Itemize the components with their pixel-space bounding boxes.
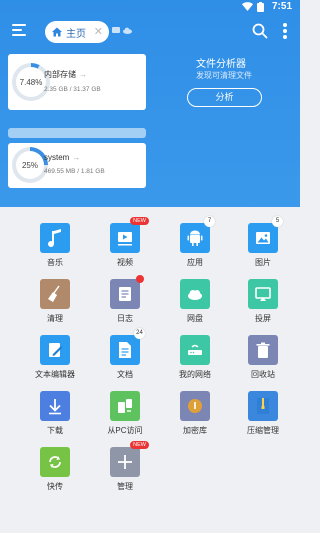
cloud-icon <box>180 279 210 309</box>
android-icon: 7 <box>180 216 215 253</box>
pc-access-icon <box>110 391 140 421</box>
chevron-right-icon: → <box>72 153 81 162</box>
notification-dot <box>136 275 144 283</box>
header: 7:51 主页 ✕ 7.48% 内部存储 → 2.35 GB / 31.37 G… <box>0 0 300 207</box>
tab-extras <box>112 27 132 34</box>
status-time: 7:51 <box>271 1 292 12</box>
cast-icon <box>248 279 278 309</box>
music-icon <box>40 223 70 253</box>
analyzer-title: 文件分析器 <box>196 59 246 70</box>
app-label: 管理 <box>117 482 133 491</box>
new-badge: NEW <box>130 441 149 449</box>
app-grid: 音乐 NEW 视频 7 应用 5 图片 清理 日志 网盘 投屏 文本编辑器 24 文档 我的网络 回收站 下载从… <box>0 207 300 533</box>
add-icon: NEW <box>110 441 149 477</box>
app-label: 加密库 <box>183 426 207 435</box>
system-storage-card[interactable]: 25% system → 469.55 MB / 1.81 GB <box>8 143 146 188</box>
video-icon: NEW <box>110 217 149 253</box>
download-icon <box>40 391 70 421</box>
count-badge: 24 <box>134 328 145 339</box>
battery-icon <box>257 2 264 12</box>
system-usage-text: 469.55 MB / 1.81 GB <box>44 168 105 175</box>
status-bar: 7:51 <box>0 0 300 14</box>
tab-home[interactable]: 主页 ✕ <box>45 21 109 43</box>
system-percent: 25% <box>21 160 38 170</box>
wifi-icon <box>242 2 253 11</box>
lock-vault-icon <box>180 391 210 421</box>
card-stack-shadow <box>8 128 146 138</box>
toolbar: 主页 ✕ <box>0 18 300 48</box>
more-vert-icon[interactable] <box>282 23 288 41</box>
app-transfer[interactable]: 快传 <box>18 435 88 505</box>
app-add[interactable]: NEW 管理 <box>88 435 158 505</box>
analyze-button[interactable]: 分析 <box>187 88 262 107</box>
cloud-small-icon <box>123 27 132 34</box>
text-editor-icon <box>40 335 70 365</box>
internal-storage-card[interactable]: 7.48% 内部存储 → 2.35 GB / 31.37 GB <box>8 54 146 110</box>
app-label: 快传 <box>47 482 63 491</box>
menu-icon[interactable] <box>12 24 26 38</box>
chat-icon <box>112 27 120 33</box>
analyzer-subtitle: 发现可清理文件 <box>196 71 252 80</box>
zip-icon <box>248 391 278 421</box>
app-lock-vault[interactable]: 加密库 <box>158 379 228 449</box>
chevron-right-icon: → <box>79 70 87 79</box>
trash-icon <box>248 335 278 365</box>
log-icon <box>110 275 144 309</box>
home-icon <box>52 27 62 37</box>
count-badge: 7 <box>204 216 215 227</box>
image-icon: 5 <box>248 216 283 253</box>
new-badge: NEW <box>130 217 149 225</box>
document-icon: 24 <box>110 328 145 365</box>
app-zip[interactable]: 压缩管理 <box>226 379 296 449</box>
transfer-icon <box>40 447 70 477</box>
count-badge: 5 <box>272 216 283 227</box>
internal-usage-text: 2.35 GB / 31.37 GB <box>44 86 101 93</box>
system-storage-name: system <box>44 153 70 162</box>
internal-storage-name: 内部存储 <box>44 70 76 79</box>
internal-percent: 7.48% <box>19 77 43 87</box>
search-icon[interactable] <box>252 23 268 44</box>
app-label: 压缩管理 <box>247 426 279 435</box>
close-icon[interactable]: ✕ <box>94 25 103 38</box>
broom-icon <box>40 279 70 309</box>
tab-home-label: 主页 <box>66 28 86 40</box>
system-usage-ring: 25% <box>12 147 48 183</box>
router-icon <box>180 335 210 365</box>
